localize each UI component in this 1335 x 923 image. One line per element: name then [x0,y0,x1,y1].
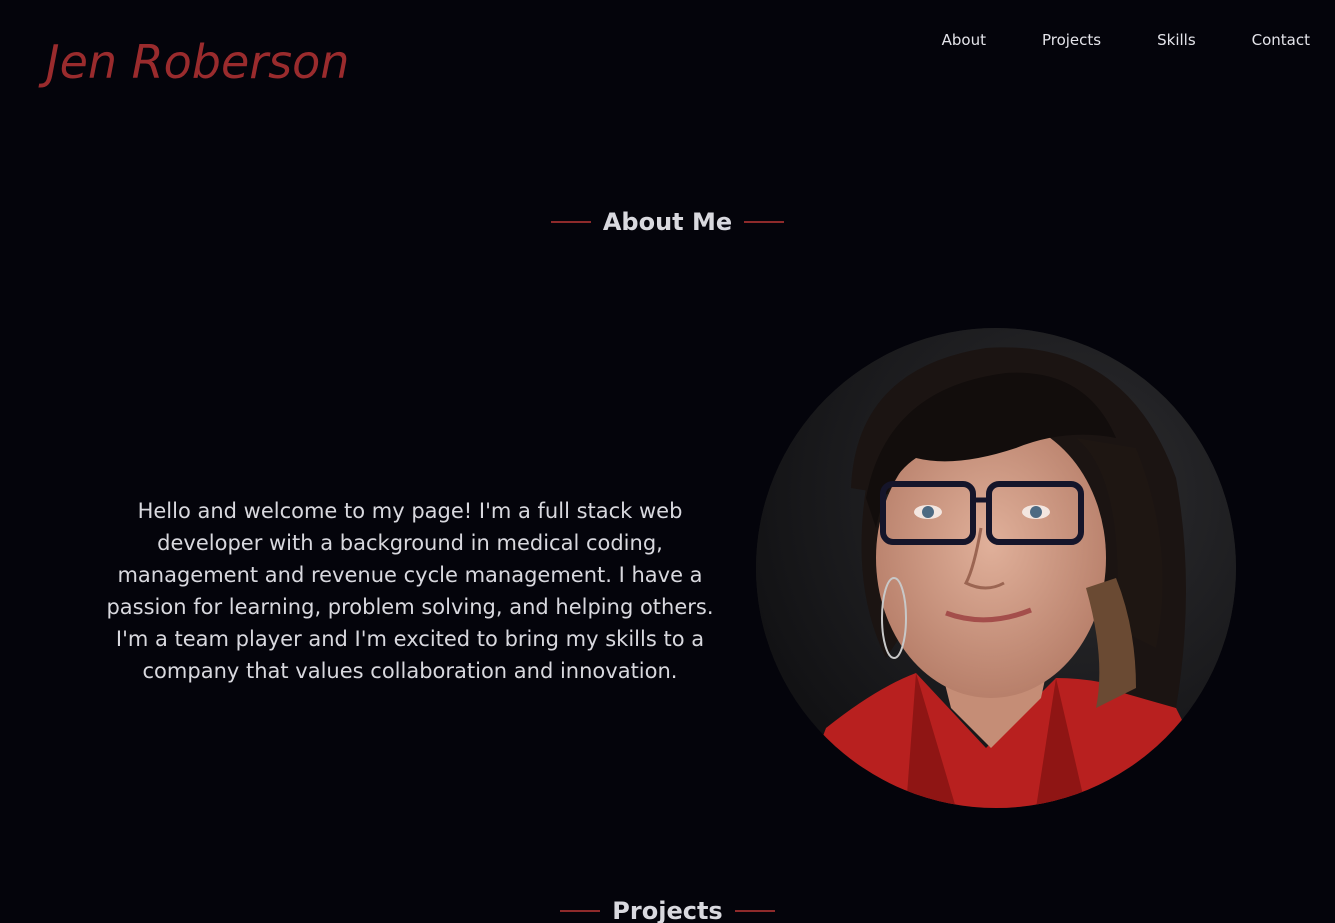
nav-link-contact[interactable]: Contact [1252,30,1310,50]
about-paragraph: Hello and welcome to my page! I'm a full… [106,499,714,683]
nav-link-skills[interactable]: Skills [1157,30,1196,50]
about-heading-text: About Me [602,208,733,236]
heading-divider-left [550,221,591,223]
site-brand[interactable]: Jen Roberson [46,34,349,90]
nav-link-about[interactable]: About [942,30,986,50]
portrait-photo [756,328,1236,808]
page: Jen Roberson About Projects Skills Conta… [0,0,1335,923]
main-nav: About Projects Skills Contact [942,30,1310,50]
projects-heading-text: Projects [612,897,723,923]
portrait-illustration [756,328,1236,808]
nav-link-projects[interactable]: Projects [1042,30,1101,50]
about-heading: About Me [0,208,1335,236]
heading-divider-right [744,221,785,223]
projects-heading: Projects [0,897,1335,923]
heading-divider-right [734,910,775,912]
heading-divider-left [560,910,601,912]
